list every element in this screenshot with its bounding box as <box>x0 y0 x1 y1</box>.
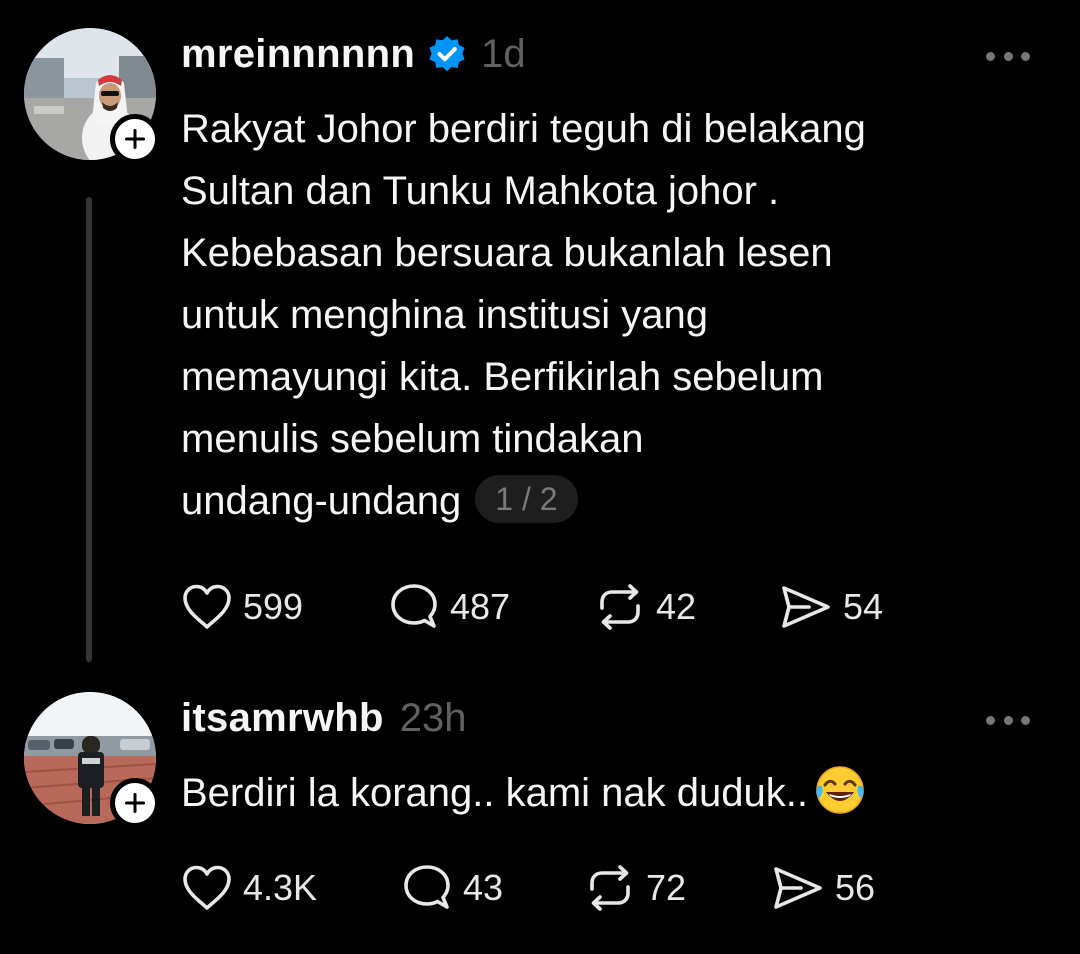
repost-icon <box>590 865 630 911</box>
share-count: 56 <box>835 867 876 908</box>
like-button[interactable]: 4.3K <box>181 860 317 916</box>
repost-count: 42 <box>656 586 697 627</box>
comment-bubble-icon <box>404 865 450 909</box>
repost-icon <box>600 584 640 630</box>
post-mreinnnnnn: mreinnnnnn 1d Rakyat Johor berdiri teguh… <box>0 0 1080 680</box>
avatar-container <box>24 692 160 828</box>
thread-line <box>86 197 92 662</box>
username[interactable]: itsamrwhb <box>181 696 384 741</box>
action-bar: 599 487 42 54 <box>181 579 981 635</box>
action-bar: 4.3K 43 72 56 <box>181 860 981 916</box>
share-count: 54 <box>843 586 884 627</box>
post-text: Rakyat Johor berdiri teguh di belakang S… <box>181 107 866 523</box>
repost-count: 72 <box>646 867 687 908</box>
post-itsamrwhb: itsamrwhb 23h Berdiri la korang.. kami n… <box>0 680 1080 954</box>
more-dots-icon <box>986 51 995 61</box>
reply-button[interactable]: 43 <box>401 860 503 916</box>
username[interactable]: mreinnnnnn <box>181 32 415 77</box>
carousel-page-indicator: 1 / 2 <box>475 475 578 523</box>
post-body: Rakyat Johor berdiri teguh di belakang S… <box>181 98 1041 532</box>
like-count: 4.3K <box>243 867 318 908</box>
more-dots-icon <box>986 715 995 725</box>
like-button[interactable]: 599 <box>181 579 303 635</box>
like-count: 599 <box>243 586 304 627</box>
share-button[interactable]: 56 <box>771 860 875 916</box>
plus-icon <box>125 793 145 813</box>
follow-button[interactable] <box>110 114 160 164</box>
tears-of-joy-emoji <box>816 766 864 814</box>
plus-icon <box>125 129 145 149</box>
more-options-button[interactable] <box>986 49 1030 63</box>
post-timestamp: 23h <box>399 695 467 740</box>
reply-count: 43 <box>463 867 504 908</box>
comment-bubble-icon <box>391 584 437 628</box>
reply-count: 487 <box>450 586 511 627</box>
repost-button[interactable]: 42 <box>594 579 696 635</box>
share-button[interactable]: 54 <box>779 579 883 635</box>
avatar-container <box>24 28 160 164</box>
post-body: Berdiri la korang.. kami nak duduk.. <box>181 762 1041 824</box>
heart-icon <box>183 584 231 629</box>
more-options-button[interactable] <box>986 713 1030 727</box>
post-header: mreinnnnnn 1d <box>181 28 526 80</box>
post-header: itsamrwhb 23h <box>181 692 467 744</box>
follow-button[interactable] <box>110 778 160 828</box>
heart-icon <box>183 865 231 910</box>
send-icon <box>782 586 830 628</box>
post-text: Berdiri la korang.. kami nak duduk.. <box>181 771 808 815</box>
verified-badge-icon <box>429 36 465 72</box>
repost-button[interactable]: 72 <box>584 860 686 916</box>
send-icon <box>774 867 822 909</box>
post-timestamp: 1d <box>481 31 526 76</box>
reply-button[interactable]: 487 <box>388 579 510 635</box>
